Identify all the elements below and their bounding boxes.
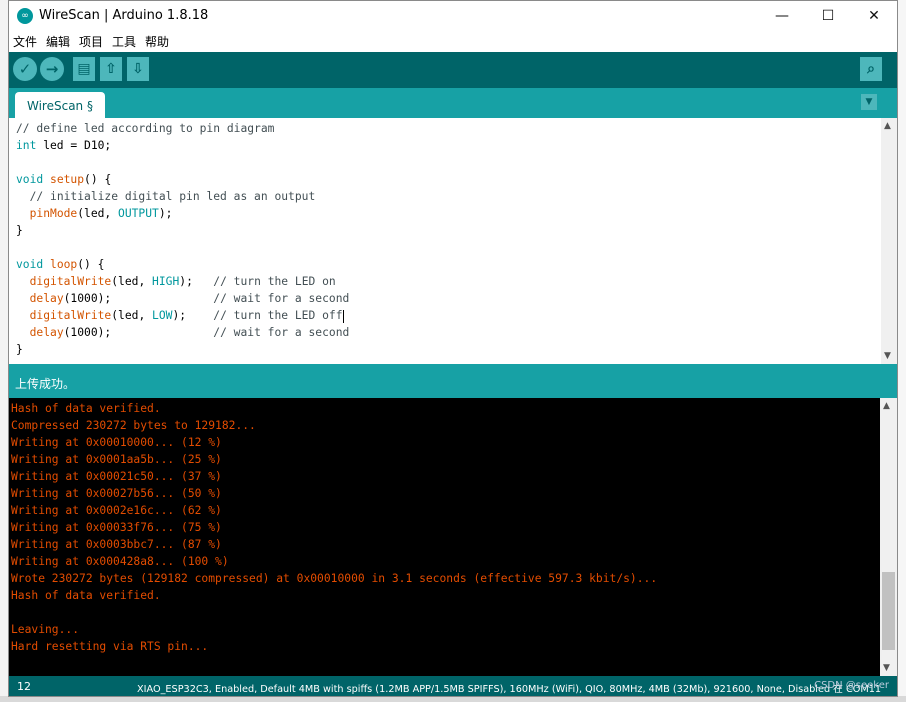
code-line: pinMode(led, OUTPUT); [29,207,173,220]
title-bar: ∞ WireScan | Arduino 1.8.18 — ☐ ✕ [9,1,897,31]
background-window-right [898,0,906,702]
maximize-button[interactable]: ☐ [805,1,851,31]
code-line: void loop() { [16,258,105,271]
code-editor[interactable]: // define led according to pin diagram in… [9,118,897,364]
status-message: 上传成功。 [15,377,76,391]
console-scroll-down-chevron-icon[interactable]: ▼ [883,663,890,673]
minimize-button[interactable]: — [759,1,805,31]
window-title: WireScan | Arduino 1.8.18 [39,8,209,23]
text-cursor [342,309,344,323]
console-line: Writing at 0x0001aa5b... (25 %) [11,453,222,466]
code-line: delay(1000); // wait for a second [29,292,350,305]
tab-menu-chevron-down-icon[interactable]: ▼ [861,94,877,110]
menu-help[interactable]: 帮助 [145,33,169,50]
new-file-icon[interactable]: ▤ [73,57,95,81]
code-line: int led = D10; [16,139,112,152]
console-line: Writing at 0x00027b56... (50 %) [11,487,222,500]
console-scrollbar[interactable]: ▲ ▼ [880,398,897,676]
console-scroll-up-chevron-icon[interactable]: ▲ [883,401,890,411]
tab-wirescan[interactable]: WireScan § [15,92,105,118]
console-line: Writing at 0x0002e16c... (62 %) [11,504,222,517]
save-down-arrow-icon[interactable]: ⇩ [127,57,149,81]
editor-scrollbar[interactable]: ▲ ▼ [881,118,897,364]
console-output: Hash of data verified. Compressed 230272 … [9,398,897,676]
code-line: void setup() { [16,173,112,186]
console-lines: Hash of data verified. Compressed 230272 … [11,400,879,676]
code-line: // initialize digital pin led as an outp… [29,190,316,203]
toolbar: ✓ → ▤ ⇧ ⇩ ⌕ [9,52,897,88]
console-line: Hard resetting via RTS pin... [11,640,209,653]
board-info: XIAO_ESP32C3, Enabled, Default 4MB with … [137,684,882,695]
menu-edit[interactable]: 编辑 [46,33,70,50]
code-line: delay(1000); // wait for a second [29,326,350,339]
arduino-ide-window: ∞ WireScan | Arduino 1.8.18 — ☐ ✕ 文件 编辑 … [8,0,898,697]
code-line: digitalWrite(led, HIGH); // turn the LED… [29,275,336,288]
console-line: Leaving... [11,623,80,636]
menu-tools[interactable]: 工具 [112,33,136,50]
code-line: } [16,224,23,237]
line-number: 12 [17,680,31,693]
arduino-infinity-icon: ∞ [17,8,33,24]
serial-monitor-icon[interactable]: ⌕ [860,57,882,81]
close-button[interactable]: ✕ [851,1,897,31]
scroll-up-chevron-icon[interactable]: ▲ [884,121,891,131]
code-line: digitalWrite(led, LOW); // turn the LED … [29,309,344,323]
open-up-arrow-icon[interactable]: ⇧ [100,57,122,81]
status-strip: 上传成功。 [9,364,897,398]
console-line: Writing at 0x0003bbc7... (87 %) [11,538,222,551]
footer-status-bar: 12 XIAO_ESP32C3, Enabled, Default 4MB wi… [9,676,897,696]
background-window-left [0,0,8,702]
console-line: Hash of data verified. [11,589,161,602]
console-line: Compressed 230272 bytes to 129182... [11,419,256,432]
menu-bar: 文件 编辑 项目 工具 帮助 [9,31,897,52]
console-line: Hash of data verified. [11,402,161,415]
watermark: CSDN @seeker [814,680,889,691]
console-line: Writing at 0x000428a8... (100 %) [11,555,229,568]
code-lines: // define led according to pin diagram in… [16,120,881,364]
console-line: Writing at 0x00033f76... (75 %) [11,521,222,534]
console-line: Wrote 230272 bytes (129182 compressed) a… [11,572,658,585]
tab-bar: WireScan § ▼ [9,88,897,118]
code-line: } [16,343,23,356]
upload-arrow-icon[interactable]: → [40,57,64,81]
console-scroll-thumb[interactable] [882,572,895,650]
code-line: // define led according to pin diagram [16,122,275,135]
console-line: Writing at 0x00010000... (12 %) [11,436,222,449]
scroll-down-chevron-icon[interactable]: ▼ [884,351,891,361]
menu-file[interactable]: 文件 [13,33,37,50]
verify-check-icon[interactable]: ✓ [13,57,37,81]
menu-sketch[interactable]: 项目 [79,33,103,50]
console-line: Writing at 0x00021c50... (37 %) [11,470,222,483]
